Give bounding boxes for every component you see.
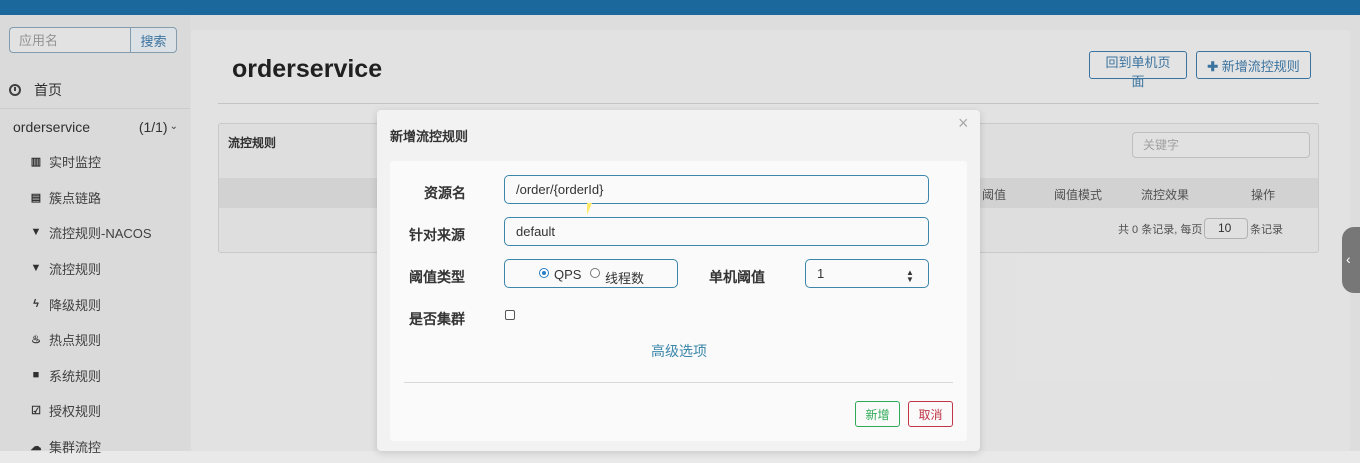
origin-input[interactable] <box>504 217 929 246</box>
cancel-button[interactable]: 取消 <box>908 401 953 427</box>
resource-label: 资源名 <box>424 185 466 201</box>
dialog-title: 新增流控规则 <box>390 129 469 144</box>
resource-name-input[interactable] <box>504 175 929 204</box>
radio-qps[interactable] <box>539 268 549 278</box>
side-collapse-tab[interactable]: ‹ <box>1342 227 1360 293</box>
dialog-form: 资源名 针对来源 阈值类型 QPS 线程数 单机阈值 ▲▼ 是否集群 高级选项 … <box>390 161 967 441</box>
add-button[interactable]: 新增 <box>855 401 900 427</box>
threshold-type-label: 阈值类型 <box>409 269 465 285</box>
mouse-cursor-icon <box>587 203 596 215</box>
close-icon[interactable]: × <box>958 113 969 134</box>
radio-threads[interactable] <box>590 268 600 278</box>
advanced-options-link[interactable]: 高级选项 <box>651 341 707 361</box>
cluster-checkbox[interactable] <box>505 310 515 320</box>
cluster-label: 是否集群 <box>409 311 465 327</box>
add-flow-rule-dialog: 新增流控规则 × 资源名 针对来源 阈值类型 QPS 线程数 单机阈值 ▲▼ 是… <box>377 110 980 451</box>
origin-label: 针对来源 <box>409 227 465 243</box>
chevron-left-icon: ‹ <box>1346 251 1351 267</box>
radio-qps-label: QPS <box>554 267 582 282</box>
stepper-arrows-icon[interactable]: ▲ ▼ <box>906 269 914 284</box>
dialog-divider <box>404 382 953 383</box>
threshold-label: 单机阈值 <box>709 269 765 285</box>
radio-threads-label: 线程数 <box>605 271 645 286</box>
threshold-type-radio-group: QPS 线程数 <box>504 259 678 288</box>
